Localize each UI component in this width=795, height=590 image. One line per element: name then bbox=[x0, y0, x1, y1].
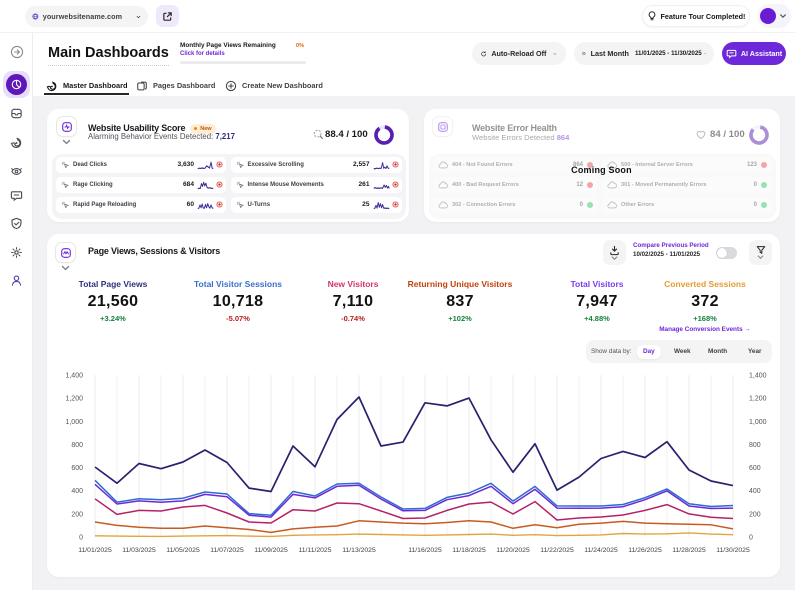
svg-text:800: 800 bbox=[749, 442, 761, 449]
svg-text:400: 400 bbox=[71, 488, 83, 495]
svg-text:1,000: 1,000 bbox=[749, 419, 767, 426]
svg-text:11/07/2025: 11/07/2025 bbox=[210, 547, 244, 554]
svg-text:11/22/2025: 11/22/2025 bbox=[540, 547, 574, 554]
svg-text:11/11/2025: 11/11/2025 bbox=[298, 547, 331, 554]
svg-text:1,400: 1,400 bbox=[65, 373, 83, 380]
svg-text:11/26/2025: 11/26/2025 bbox=[628, 547, 662, 554]
svg-text:11/09/2025: 11/09/2025 bbox=[254, 547, 288, 554]
svg-text:11/24/2025: 11/24/2025 bbox=[584, 547, 618, 554]
svg-text:200: 200 bbox=[749, 511, 761, 518]
svg-text:11/05/2025: 11/05/2025 bbox=[166, 547, 200, 554]
svg-text:800: 800 bbox=[71, 442, 83, 449]
svg-text:1,400: 1,400 bbox=[749, 373, 767, 380]
svg-text:11/28/2025: 11/28/2025 bbox=[672, 547, 706, 554]
svg-text:11/20/2025: 11/20/2025 bbox=[496, 547, 530, 554]
svg-text:600: 600 bbox=[749, 465, 761, 472]
svg-text:1,200: 1,200 bbox=[749, 396, 767, 403]
svg-text:200: 200 bbox=[71, 511, 83, 518]
svg-text:400: 400 bbox=[749, 488, 761, 495]
svg-text:11/03/2025: 11/03/2025 bbox=[122, 547, 156, 554]
svg-text:600: 600 bbox=[71, 465, 83, 472]
svg-text:1,200: 1,200 bbox=[65, 396, 83, 403]
svg-text:11/18/2025: 11/18/2025 bbox=[452, 547, 486, 554]
svg-text:11/01/2025: 11/01/2025 bbox=[78, 547, 112, 554]
svg-text:11/16/2025: 11/16/2025 bbox=[408, 547, 442, 554]
svg-text:11/30/2025: 11/30/2025 bbox=[716, 547, 750, 554]
svg-text:1,000: 1,000 bbox=[65, 419, 83, 426]
svg-text:11/13/2025: 11/13/2025 bbox=[342, 547, 376, 554]
svg-text:0: 0 bbox=[79, 535, 83, 542]
svg-text:0: 0 bbox=[749, 535, 753, 542]
